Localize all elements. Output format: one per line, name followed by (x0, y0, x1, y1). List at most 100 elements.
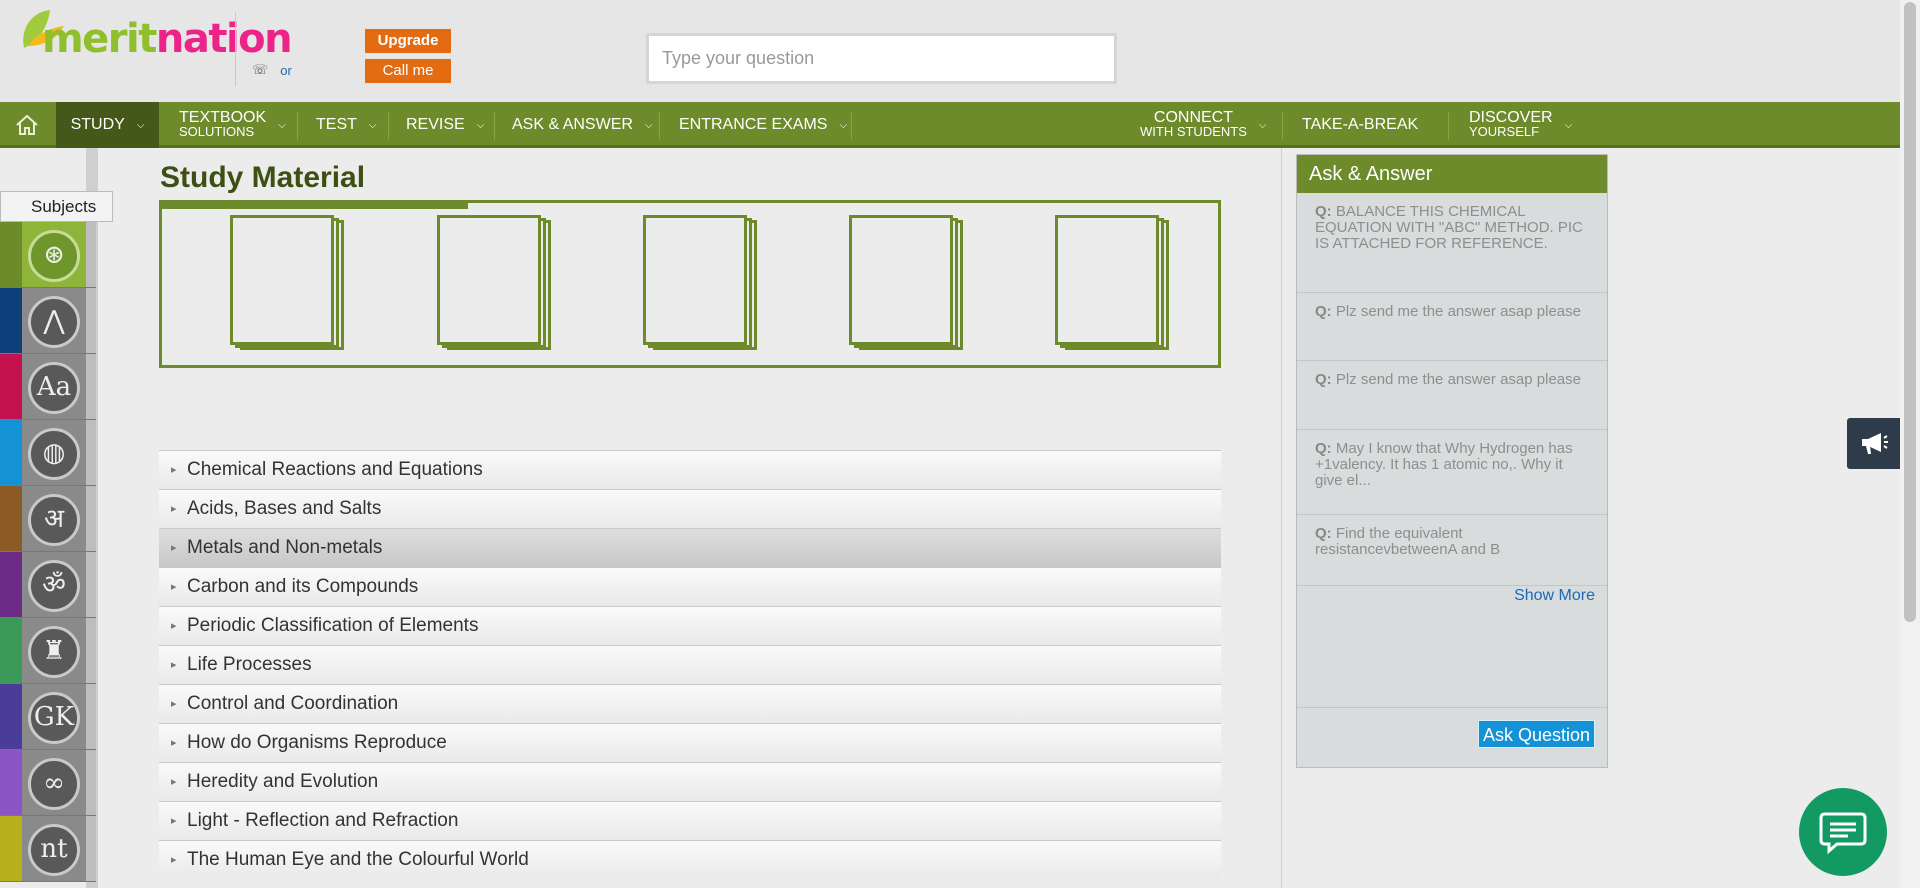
question-search-input[interactable]: Type your question (646, 33, 1117, 84)
megaphone-icon (1861, 433, 1888, 454)
question-item[interactable]: Q: Plz send me the answer asap please (1297, 361, 1607, 430)
chapter-label: Control and Coordination (187, 693, 399, 714)
nav-ask-answer[interactable]: ASK & ANSWER ⌵ (512, 102, 653, 148)
book-cover[interactable] (1055, 215, 1169, 350)
subject-item[interactable]: ॐ (0, 552, 96, 618)
show-more-link[interactable]: Show More (1514, 587, 1595, 605)
subjects-tab[interactable]: Subjects (0, 191, 113, 222)
chevron-down-icon: ⌵ (136, 119, 145, 131)
chapter-item[interactable]: ▸ Light - Reflection and Refraction (159, 801, 1221, 840)
nav-connect-labels: CONNECT WITH STUDENTS (1140, 109, 1247, 139)
nav-revise[interactable]: REVISE ⌵ (406, 102, 484, 148)
nav-separator (659, 112, 660, 140)
nav-take-break-label: TAKE-A-BREAK (1302, 116, 1419, 133)
logo-wordmark: meritnation (42, 16, 293, 62)
chapter-item[interactable]: ▸ Periodic Classification of Elements (159, 606, 1221, 645)
subject-shadow (86, 618, 96, 683)
book-page (849, 215, 953, 345)
column-divider (1281, 148, 1282, 888)
subject-shadow (86, 750, 96, 815)
nav-test[interactable]: TEST ⌵ (316, 102, 376, 148)
meritnation-logo[interactable]: meritnation (12, 8, 293, 62)
phone-contact: ☏ or (252, 62, 292, 78)
feedback-button[interactable] (1847, 418, 1900, 469)
book-page (230, 215, 334, 345)
subject-color-strip (0, 288, 22, 353)
ask-answer-panel: Ask & Answer Q: BALANCE THIS CHEMICAL EQ… (1296, 154, 1608, 768)
chapter-item[interactable]: ▸ Chemical Reactions and Equations (159, 450, 1221, 489)
question-prefix: Q: (1315, 440, 1336, 457)
nav-home[interactable] (0, 102, 54, 148)
subject-item[interactable]: ♜ (0, 618, 96, 684)
question-item[interactable]: Q: BALANCE THIS CHEMICAL EQUATION WITH "… (1297, 193, 1607, 293)
book-carousel (159, 200, 1221, 368)
compass-icon: ⋀ (28, 296, 80, 348)
chevron-down-icon: ⌵ (368, 119, 377, 131)
subject-item[interactable]: ◍ (0, 420, 96, 486)
page-scrollbar[interactable] (1900, 0, 1920, 888)
call-me-button[interactable]: Call me (365, 59, 451, 83)
subject-list: ⊛ ⋀ Aa ◍ अ ॐ ♜ GK ∞ nt (0, 222, 96, 882)
subject-item[interactable]: ∞ (0, 750, 96, 816)
phone-or-text: or (280, 62, 292, 78)
nav-discover[interactable]: DISCOVER YOURSELF ⌵ (1469, 102, 1572, 148)
subject-item[interactable]: ⋀ (0, 288, 96, 354)
chevron-down-icon: ⌵ (1258, 119, 1267, 131)
book-cover[interactable] (230, 215, 344, 350)
olympic-rings-icon: ∞ (28, 758, 80, 810)
chevron-right-icon: ▸ (171, 659, 177, 671)
globe-icon: ◍ (28, 428, 80, 480)
ask-question-button[interactable]: Ask Question (1477, 720, 1595, 748)
nav-study[interactable]: STUDY ⌵ (56, 102, 159, 148)
chevron-right-icon: ▸ (171, 464, 177, 476)
nav-ask-answer-label: ASK & ANSWER (512, 116, 633, 133)
question-item[interactable]: Q: May I know that Why Hydrogen has +1va… (1297, 430, 1607, 515)
subject-color-strip (0, 486, 22, 551)
book-cover[interactable] (437, 215, 551, 350)
chapter-item[interactable]: ▸ Heredity and Evolution (159, 762, 1221, 801)
subject-item[interactable]: अ (0, 486, 96, 552)
chapter-list: ▸ Chemical Reactions and Equations ▸ Acids,… (159, 450, 1221, 879)
subject-shadow (86, 816, 96, 881)
subject-item[interactable]: ⊛ (0, 222, 96, 288)
chevron-right-icon: ▸ (171, 698, 177, 710)
book-cover[interactable] (849, 215, 963, 350)
chapter-item[interactable]: ▸ Life Processes (159, 645, 1221, 684)
nav-connect-label: CONNECT (1153, 109, 1233, 126)
chapter-item[interactable]: ▸ Metals and Non-metals (159, 528, 1221, 567)
book-cover[interactable] (643, 215, 757, 350)
question-text: Find the equivalent resistancevbetweenA … (1315, 525, 1501, 558)
chevron-right-icon: ▸ (171, 620, 177, 632)
nav-textbook-solutions[interactable]: TEXTBOOK SOLUTIONS ⌵ (179, 102, 286, 148)
nav-test-label: TEST (316, 116, 357, 133)
scrollbar-thumb[interactable] (1904, 2, 1916, 622)
question-item[interactable]: Q: Plz send me the answer asap please (1297, 293, 1607, 361)
question-item[interactable]: Q: Find the equivalent resistancevbetwee… (1297, 515, 1607, 586)
nav-entrance-exams[interactable]: ENTRANCE EXAMS ⌵ (679, 102, 847, 148)
chapter-item[interactable]: ▸ Acids, Bases and Salts (159, 489, 1221, 528)
subject-item[interactable]: GK (0, 684, 96, 750)
subject-shadow (86, 288, 96, 353)
upgrade-button[interactable]: Upgrade (365, 29, 451, 53)
chapter-item[interactable]: ▸ Control and Coordination (159, 684, 1221, 723)
nav-separator (851, 112, 852, 140)
subject-item[interactable]: Aa (0, 354, 96, 420)
ntse-icon: nt (28, 824, 80, 876)
chevron-right-icon: ▸ (171, 815, 177, 827)
subject-color-strip (0, 354, 22, 419)
chapter-item[interactable]: ▸ The Human Eye and the Colourful World (159, 840, 1221, 879)
subject-item[interactable]: nt (0, 816, 96, 882)
nav-take-a-break[interactable]: TAKE-A-BREAK (1302, 102, 1418, 148)
nav-textbook-labels: TEXTBOOK SOLUTIONS (179, 110, 266, 139)
chat-button[interactable] (1799, 788, 1887, 876)
nav-connect[interactable]: CONNECT WITH STUDENTS ⌵ (1140, 102, 1266, 148)
chevron-down-icon: ⌵ (476, 119, 485, 131)
chevron-right-icon: ▸ (171, 542, 177, 554)
chapter-item[interactable]: ▸ Carbon and its Compounds (159, 567, 1221, 606)
subject-color-strip (0, 552, 22, 617)
chevron-right-icon: ▸ (171, 503, 177, 515)
subject-shadow (86, 486, 96, 551)
subject-shadow (86, 552, 96, 617)
chapter-item[interactable]: ▸ How do Organisms Reproduce (159, 723, 1221, 762)
subject-shadow (86, 420, 96, 485)
